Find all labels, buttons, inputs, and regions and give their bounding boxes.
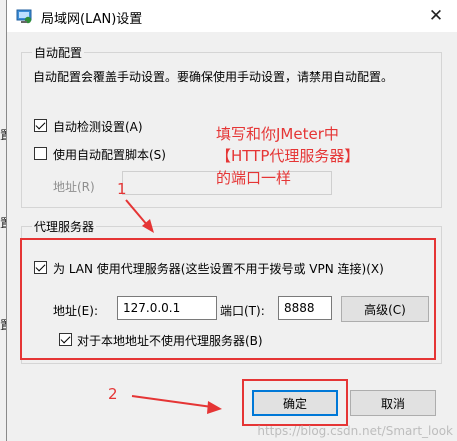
annotation-arrowhead-2: [207, 401, 222, 414]
annotation-arrow-1: [125, 199, 149, 227]
watermark: https://blog.csdn.net/Smart_look: [257, 424, 453, 438]
annotation-arrow-2: [131, 395, 213, 408]
annotation-arrows: [125, 199, 222, 414]
